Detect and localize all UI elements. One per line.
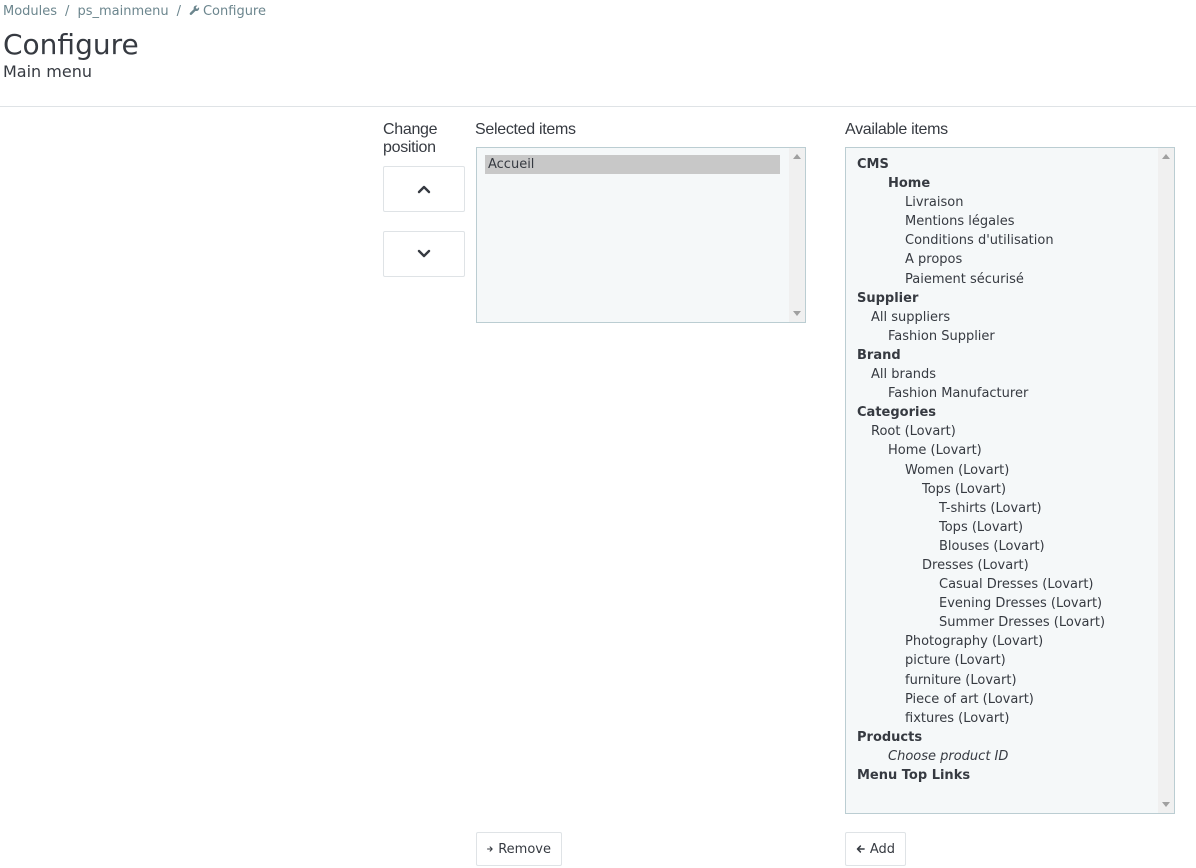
list-item[interactable]: Home (Lovart) (857, 441, 1105, 460)
add-button[interactable]: Add (845, 832, 906, 866)
change-position-label: Change position (383, 121, 438, 156)
chevron-down-icon (417, 249, 431, 258)
selected-list-scrollbar[interactable] (789, 148, 805, 322)
available-items-label: Available items (845, 121, 948, 138)
move-up-button[interactable] (383, 166, 465, 212)
remove-button[interactable]: Remove (476, 832, 562, 866)
list-item[interactable]: T-shirts (Lovart) (857, 499, 1105, 518)
scroll-up-arrow-icon[interactable] (793, 154, 801, 159)
list-item[interactable]: Casual Dresses (Lovart) (857, 575, 1105, 594)
list-item[interactable]: Blouses (Lovart) (857, 537, 1105, 556)
add-button-label: Add (869, 841, 895, 857)
option-group: Home (888, 176, 931, 192)
option-group: Brand (857, 347, 901, 363)
option-group: Products (857, 729, 923, 745)
list-item[interactable]: fixtures (Lovart) (857, 709, 1105, 728)
list-item[interactable]: picture (Lovart) (857, 651, 1105, 670)
available-items-tree: CMS Home Livraison Mentions légales Conditio… (857, 155, 1105, 785)
header-divider (0, 106, 1196, 107)
list-item[interactable]: Conditions d'utilisation (857, 231, 1105, 250)
option-group: Categories (857, 405, 937, 421)
list-item[interactable]: Women (Lovart) (857, 461, 1105, 480)
selected-items-label: Selected items (475, 121, 576, 138)
list-item[interactable]: furniture (Lovart) (857, 671, 1105, 690)
breadcrumb-current: Configure (189, 4, 266, 19)
breadcrumb-modules[interactable]: Modules (3, 4, 57, 19)
list-item[interactable]: All brands (857, 365, 1105, 384)
list-item[interactable]: Fashion Supplier (857, 327, 1105, 346)
scroll-up-arrow-icon[interactable] (1162, 154, 1170, 159)
list-item[interactable]: Choose product ID (857, 747, 1105, 766)
available-items-list[interactable]: CMS Home Livraison Mentions légales Conditio… (845, 147, 1175, 814)
list-item[interactable]: All suppliers (857, 308, 1105, 327)
list-item[interactable]: Paiement sécurisé (857, 270, 1105, 289)
list-item[interactable]: Mentions légales (857, 212, 1105, 231)
breadcrumb-ps-mainmenu[interactable]: ps_mainmenu (77, 4, 168, 19)
breadcrumb-separator: / (65, 4, 70, 19)
breadcrumb: Modules / ps_mainmenu / Configure (3, 4, 266, 19)
option-group: Menu Top Links (857, 768, 971, 783)
move-down-button[interactable] (383, 231, 465, 277)
arrow-left-icon (856, 845, 865, 853)
list-item[interactable]: Tops (Lovart) (857, 480, 1105, 499)
wrench-icon (189, 5, 200, 15)
list-item[interactable]: Piece of art (Lovart) (857, 690, 1105, 709)
page-title: Configure (3, 28, 139, 61)
list-item[interactable]: Photography (Lovart) (857, 632, 1105, 651)
selected-item-option[interactable]: Accueil (485, 155, 780, 174)
available-list-scrollbar[interactable] (1158, 148, 1174, 813)
scroll-down-arrow-icon[interactable] (1162, 802, 1170, 807)
list-item[interactable]: Fashion Manufacturer (857, 384, 1105, 403)
option-group: CMS (857, 157, 889, 172)
breadcrumb-current-label: Configure (202, 4, 266, 19)
list-item[interactable]: A propos (857, 250, 1105, 269)
list-item[interactable]: Dresses (Lovart) (857, 556, 1105, 575)
page-subtitle: Main menu (3, 62, 92, 81)
chevron-up-icon (417, 185, 431, 194)
list-item[interactable]: Root (Lovart) (857, 422, 1105, 441)
list-item[interactable]: Livraison (857, 193, 1105, 212)
selected-items-list[interactable]: Accueil (476, 147, 806, 323)
list-item[interactable]: Tops (Lovart) (857, 518, 1105, 537)
breadcrumb-separator: / (176, 4, 181, 19)
list-item[interactable]: Evening Dresses (Lovart) (857, 594, 1105, 613)
scroll-down-arrow-icon[interactable] (793, 311, 801, 316)
arrow-right-icon (487, 846, 493, 852)
list-item[interactable]: Summer Dresses (Lovart) (857, 613, 1105, 632)
remove-button-label: Remove (498, 841, 551, 857)
option-group: Supplier (857, 290, 919, 306)
